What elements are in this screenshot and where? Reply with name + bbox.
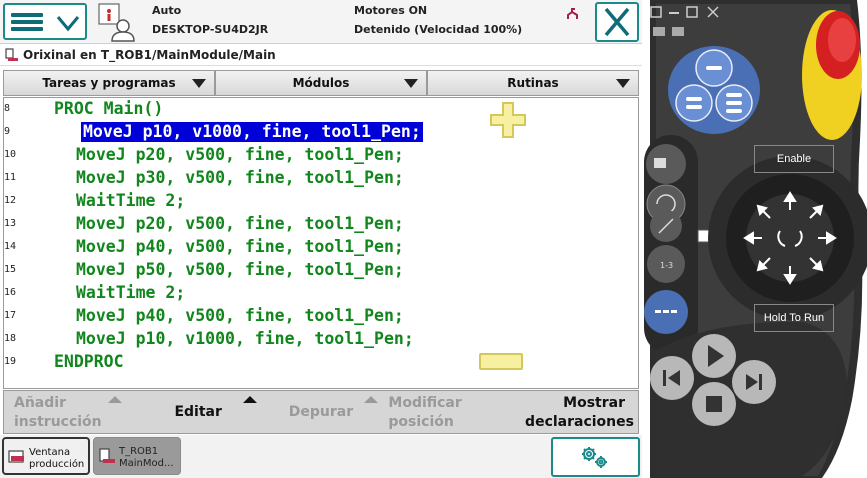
button-label: Depurar bbox=[288, 404, 354, 420]
editor-tabs: Tareas y programas Módulos Rutinas bbox=[3, 70, 639, 96]
code-line[interactable]: 12 WaitTime 2; bbox=[4, 190, 638, 213]
robot-status-icon bbox=[567, 8, 578, 19]
dropdown-arrow-icon bbox=[616, 79, 630, 88]
button-label: posición bbox=[388, 414, 454, 430]
add-instruction-button[interactable]: Añadir instrucción bbox=[4, 391, 137, 433]
code-text: MoveJ p20, v500, fine, tool1_Pen; bbox=[76, 214, 404, 233]
button-label: Modificar bbox=[388, 395, 462, 411]
user-info-icon[interactable] bbox=[96, 2, 136, 42]
line-number: 9 bbox=[4, 126, 11, 137]
program-editor-icon bbox=[5, 48, 18, 61]
line-number: 10 bbox=[4, 149, 17, 160]
code-text: MoveJ p10, v1000, fine, tool1_Pen; bbox=[76, 329, 414, 348]
tab-tasks-and-programs[interactable]: Tareas y programas bbox=[3, 70, 215, 96]
menu-up-arrow-icon bbox=[363, 396, 378, 403]
taskbar: Ventana producción T_ROB1 MainMod... bbox=[0, 435, 642, 478]
zoom-in-icon[interactable] bbox=[489, 101, 527, 139]
line-number: 19 bbox=[4, 356, 17, 367]
flexpendant-screen: Auto DESKTOP-SU4D2JR Motores ON Detenido… bbox=[0, 0, 642, 478]
code-text: WaitTime 2; bbox=[76, 283, 186, 302]
edit-button[interactable]: Editar bbox=[137, 391, 260, 433]
hamburger-icon bbox=[11, 13, 43, 32]
code-line[interactable]: 18 MoveJ p10, v1000, fine, tool1_Pen; bbox=[4, 328, 638, 351]
line-number: 18 bbox=[4, 333, 17, 344]
dropdown-arrow-icon bbox=[404, 79, 418, 88]
selected-code-text: MoveJ p10, v1000, fine, tool1_Pen; bbox=[81, 122, 423, 142]
line-number: 8 bbox=[4, 103, 11, 114]
code-line[interactable]: 15 MoveJ p50, v500, fine, tool1_Pen; bbox=[4, 259, 638, 282]
debug-button[interactable]: Depurar bbox=[260, 391, 383, 433]
line-number: 15 bbox=[4, 264, 17, 275]
code-text: MoveJ p40, v500, fine, tool1_Pen; bbox=[76, 306, 404, 325]
task-program-editor[interactable]: T_ROB1 MainMod... bbox=[93, 437, 181, 475]
close-icon bbox=[604, 7, 630, 37]
modify-position-button[interactable]: Modificar posición bbox=[382, 391, 511, 433]
button-label: instrucción bbox=[14, 414, 102, 430]
code-line[interactable]: 10 MoveJ p20, v500, fine, tool1_Pen; bbox=[4, 144, 638, 167]
code-line[interactable]: 13 MoveJ p20, v500, fine, tool1_Pen; bbox=[4, 213, 638, 236]
task-production-window[interactable]: Ventana producción bbox=[2, 437, 90, 475]
line-number: 11 bbox=[4, 172, 17, 183]
editor-command-bar: Añadir instrucción Editar Depurar Modifi… bbox=[3, 390, 639, 434]
line-number: 13 bbox=[4, 218, 17, 229]
controller-name: DESKTOP-SU4D2JR bbox=[152, 23, 269, 36]
enable-button[interactable]: Enable bbox=[754, 145, 834, 173]
tab-modules[interactable]: Módulos bbox=[215, 70, 427, 96]
code-line[interactable]: 19 ENDPROC bbox=[4, 351, 638, 374]
line-number: 17 bbox=[4, 310, 17, 321]
menu-up-arrow-icon bbox=[242, 396, 257, 403]
hold-to-run-button[interactable]: Hold To Run bbox=[754, 304, 834, 332]
pendant-body: 1-3 bbox=[644, 0, 867, 478]
close-button[interactable] bbox=[595, 2, 639, 42]
code-text: MoveJ p30, v500, fine, tool1_Pen; bbox=[76, 168, 404, 187]
button-label: Mostrar bbox=[563, 395, 625, 411]
code-line[interactable]: 17 MoveJ p40, v500, fine, tool1_Pen; bbox=[4, 305, 638, 328]
show-declarations-button[interactable]: Mostrar declaraciones bbox=[511, 391, 638, 433]
dropdown-arrow-icon bbox=[192, 79, 206, 88]
code-text: ENDPROC bbox=[54, 352, 124, 371]
abb-menu-button[interactable] bbox=[3, 3, 87, 40]
code-editor[interactable]: 8 PROC Main() 9 MoveJ p10, v1000, fine, too… bbox=[3, 97, 639, 389]
tab-label: Tareas y programas bbox=[42, 76, 176, 90]
tab-label: Módulos bbox=[292, 76, 350, 90]
zoom-out-icon[interactable] bbox=[479, 353, 523, 370]
gears-icon bbox=[582, 447, 607, 468]
operating-mode: Auto bbox=[152, 4, 182, 17]
svg-text:1-3: 1-3 bbox=[660, 261, 673, 270]
flexpendant-hardware: 1-3 Enable Hold To Run bbox=[642, 0, 867, 478]
code-line[interactable]: 14 MoveJ p40, v500, fine, tool1_Pen; bbox=[4, 236, 638, 259]
code-text: MoveJ p40, v500, fine, tool1_Pen; bbox=[76, 237, 404, 256]
code-text: MoveJ p50, v500, fine, tool1_Pen; bbox=[76, 260, 404, 279]
button-label: Editar bbox=[174, 404, 222, 420]
code-text: WaitTime 2; bbox=[76, 191, 186, 210]
code-line[interactable]: 8 PROC Main() bbox=[4, 98, 638, 121]
line-number: 12 bbox=[4, 195, 17, 206]
button-label: declaraciones bbox=[525, 414, 634, 430]
code-line[interactable]: 9 MoveJ p10, v1000, fine, tool1_Pen; bbox=[4, 121, 638, 144]
production-window-icon bbox=[8, 450, 24, 463]
task-label: Ventana producción bbox=[29, 447, 85, 470]
tab-routines[interactable]: Rutinas bbox=[427, 70, 639, 96]
motors-status: Motores ON bbox=[354, 4, 428, 17]
program-path: Orixinal en T_ROB1/MainModule/Main bbox=[23, 48, 276, 62]
line-number: 14 bbox=[4, 241, 17, 252]
code-line[interactable]: 11 MoveJ p30, v500, fine, tool1_Pen; bbox=[4, 167, 638, 190]
program-editor-icon bbox=[99, 448, 115, 463]
menu-up-arrow-icon bbox=[108, 396, 122, 403]
tab-label: Rutinas bbox=[507, 76, 559, 90]
quickset-button[interactable] bbox=[551, 437, 640, 477]
code-text: MoveJ p20, v500, fine, tool1_Pen; bbox=[76, 145, 404, 164]
breadcrumb: Orixinal en T_ROB1/MainModule/Main bbox=[0, 45, 642, 66]
execution-status: Detenido (Velocidad 100%) bbox=[354, 23, 523, 36]
status-bar: Auto DESKTOP-SU4D2JR Motores ON Detenido… bbox=[0, 0, 642, 44]
task-label: T_ROB1 MainMod... bbox=[119, 446, 174, 469]
line-number: 16 bbox=[4, 287, 17, 298]
chevron-down-icon bbox=[56, 16, 80, 32]
code-line[interactable]: 16 WaitTime 2; bbox=[4, 282, 638, 305]
code-text: PROC Main() bbox=[54, 99, 164, 118]
